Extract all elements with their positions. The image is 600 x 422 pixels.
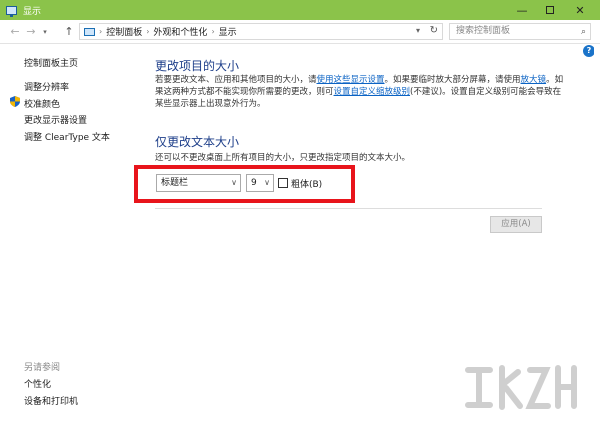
search-placeholder: 搜索控制面板: [456, 26, 511, 36]
sidebar-item-resolution[interactable]: 调整分辨率: [24, 80, 69, 93]
window-title: 显示: [23, 6, 42, 17]
maximize-icon: [546, 6, 554, 14]
magnifier-link[interactable]: 放大镜: [521, 75, 547, 85]
bold-label[interactable]: 粗体(B): [291, 177, 322, 190]
sidebar-item-home[interactable]: 控制面板主页: [24, 56, 78, 69]
sidebar-item-calibrate-color[interactable]: 校准颜色: [24, 97, 60, 110]
shield-icon: [10, 96, 20, 107]
display-icon: [6, 5, 17, 17]
see-also-devices-printers[interactable]: 设备和打印机: [24, 394, 78, 407]
text-size-heading: 仅更改文本大小: [155, 135, 240, 149]
watermark-logo: [465, 365, 577, 410]
divider: [155, 208, 542, 209]
breadcrumb-separator: ›: [211, 27, 215, 36]
description-text: 若要更改文本、应用和其他项目的大小，请: [155, 75, 317, 85]
breadcrumb-control-panel[interactable]: 控制面板: [106, 25, 142, 38]
breadcrumb-display[interactable]: 显示: [219, 25, 237, 38]
apply-button[interactable]: 应用(A): [490, 216, 542, 233]
maximize-button[interactable]: [536, 0, 564, 20]
close-button[interactable]: ✕: [566, 0, 594, 20]
text-size-hint: 还可以不更改桌面上所有项目的大小，只更改指定项目的文本大小。: [155, 153, 411, 163]
see-also-heading: 另请参阅: [24, 363, 61, 373]
item-select[interactable]: 标题栏 ∨: [156, 174, 241, 192]
address-dropdown-icon[interactable]: ▾: [416, 26, 420, 35]
font-size-select[interactable]: 9 ∨: [246, 174, 274, 192]
breadcrumb-separator: ›: [146, 27, 150, 36]
display-settings-link[interactable]: 使用这些显示设置: [317, 75, 385, 85]
recent-locations-button[interactable]: ▾: [38, 24, 52, 40]
back-button[interactable]: ←: [8, 24, 22, 40]
custom-scaling-link[interactable]: 设置自定义缩放级别: [334, 87, 411, 97]
breadcrumb-separator: ›: [99, 27, 103, 36]
description-text: 。如果要临时放大部分屏幕，请使用: [384, 75, 521, 85]
scrollbar[interactable]: [594, 44, 600, 422]
up-button[interactable]: ↑: [62, 24, 76, 40]
search-input[interactable]: 搜索控制面板 ⌕: [449, 23, 591, 40]
minimize-button[interactable]: —: [508, 0, 536, 20]
sidebar-item-display-settings[interactable]: 更改显示器设置: [24, 113, 87, 126]
breadcrumb-appearance[interactable]: 外观和个性化: [153, 25, 207, 38]
font-size-value: 9: [251, 178, 257, 188]
control-panel-icon: [84, 27, 95, 36]
sidebar-item-cleartype[interactable]: 调整 ClearType 文本: [24, 130, 110, 143]
refresh-icon[interactable]: ↻: [430, 25, 438, 36]
change-size-description: 若要更改文本、应用和其他项目的大小，请使用这些显示设置。如果要临时放大部分屏幕，…: [155, 74, 565, 110]
bold-checkbox[interactable]: [278, 178, 288, 188]
see-also-personalization[interactable]: 个性化: [24, 377, 51, 390]
item-select-value: 标题栏: [161, 178, 189, 188]
address-bar[interactable]: › 控制面板 › 外观和个性化 › 显示 ▾ ↻: [79, 23, 443, 40]
search-icon[interactable]: ⌕: [581, 25, 586, 40]
chevron-down-icon: ∨: [264, 178, 270, 187]
address-toolbar: ← → ▾ ↑ › 控制面板 › 外观和个性化 › 显示 ▾ ↻ 搜索控制面板 …: [0, 20, 600, 44]
change-size-heading: 更改项目的大小: [155, 59, 240, 73]
chevron-down-icon: ∨: [231, 178, 237, 187]
forward-button[interactable]: →: [24, 24, 38, 40]
